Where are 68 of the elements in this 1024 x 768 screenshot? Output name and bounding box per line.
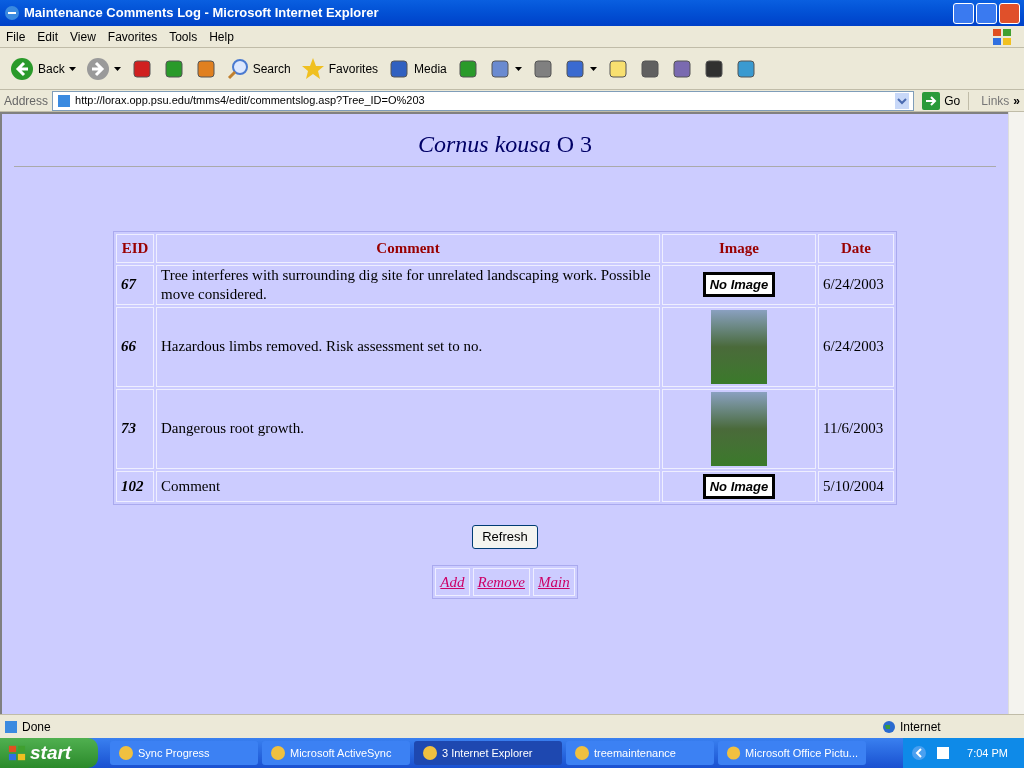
star-icon [300, 56, 325, 81]
column-header: Date [818, 234, 894, 263]
caret-icon [113, 66, 121, 71]
table-cell: Dangerous root growth. [156, 388, 660, 469]
toolbar-button[interactable]: Back [8, 51, 78, 86]
app-icon [118, 745, 134, 761]
page-icon [4, 719, 18, 734]
windows-logo-icon [8, 744, 26, 762]
status-text: Done [22, 718, 52, 736]
table-cell: 66 [116, 306, 154, 387]
nav-link[interactable]: Add [435, 567, 470, 596]
minimize-button[interactable] [953, 2, 974, 24]
app-icon [574, 745, 590, 761]
go-button[interactable]: Go [918, 91, 965, 110]
menu-item[interactable]: File [0, 27, 32, 46]
menu-item[interactable]: View [64, 27, 102, 46]
menu-item[interactable]: Tools [163, 27, 204, 46]
refresh-button[interactable]: Refresh [472, 525, 538, 549]
search-icon [226, 57, 249, 80]
caret-icon [589, 66, 597, 71]
restore-button[interactable] [976, 2, 997, 24]
dropdown-icon [895, 92, 910, 109]
taskbar-button[interactable]: Sync Progress [110, 741, 258, 765]
menu-item[interactable]: Edit [31, 27, 65, 46]
page-icon [57, 93, 72, 108]
app-icon [270, 745, 286, 761]
menu-item[interactable]: Favorites [101, 27, 164, 46]
links-label[interactable]: Links [968, 91, 1010, 110]
table-cell: 6/24/2003 [818, 264, 894, 305]
taskbar-button[interactable]: Microsoft Office Pictu... [718, 741, 866, 765]
app-icon [422, 745, 438, 761]
address-label: Address [4, 92, 49, 110]
table-cell: 5/10/2004 [818, 470, 894, 502]
chevron-icon[interactable]: » [1013, 91, 1020, 110]
caret-icon [68, 66, 76, 71]
windows-logo-icon [992, 27, 1012, 46]
taskbar-button[interactable]: Microsoft ActiveSync [262, 741, 410, 765]
taskbar-button[interactable]: 3 Internet Explorer [414, 741, 562, 765]
no-image-label: No Image [702, 473, 776, 499]
toolbar-button[interactable]: Search [224, 51, 293, 86]
toolbar-button[interactable]: Media [386, 51, 449, 86]
table-cell: 102 [116, 470, 154, 502]
scrollbar[interactable] [1008, 112, 1024, 714]
table-cell: 6/24/2003 [818, 306, 894, 387]
column-header: EID [116, 234, 154, 263]
nav-link[interactable]: Main [533, 567, 575, 596]
no-image-label: No Image [702, 271, 776, 298]
page-title: Cornus kousa O 3 [418, 130, 592, 159]
address-field[interactable]: http://lorax.opp.psu.edu/tmms4/edit/commentslog.asp?Tree_ID=O%203 [52, 90, 915, 111]
close-button[interactable] [999, 2, 1020, 24]
table-cell: 67 [116, 264, 154, 305]
window-title: Maintenance Comments Log - Microsoft Internet Explorer [24, 4, 380, 23]
table-cell: 73 [116, 388, 154, 469]
nav-link[interactable]: Remove [472, 567, 530, 596]
column-header: Comment [156, 234, 660, 263]
table-cell: Comment [156, 470, 660, 502]
app-icon [726, 745, 742, 761]
menu-item[interactable]: Help [203, 27, 240, 46]
chevron-icon[interactable] [911, 745, 928, 761]
clock: 7:04 PM [966, 745, 1009, 761]
caret-icon [514, 66, 522, 71]
toolbar-button[interactable]: Favorites [298, 51, 381, 86]
taskbar-button[interactable]: treemaintenance [566, 741, 714, 765]
table-cell: 11/6/2003 [818, 388, 894, 469]
table-cell: Tree interferes with surrounding dig site for unrelated landscaping work. Possible move considered. [156, 264, 660, 305]
zone-text: Internet [900, 718, 942, 736]
column-header: Image [662, 234, 816, 263]
table-cell: Hazardous limbs removed. Risk assessment set to no. [156, 306, 660, 387]
